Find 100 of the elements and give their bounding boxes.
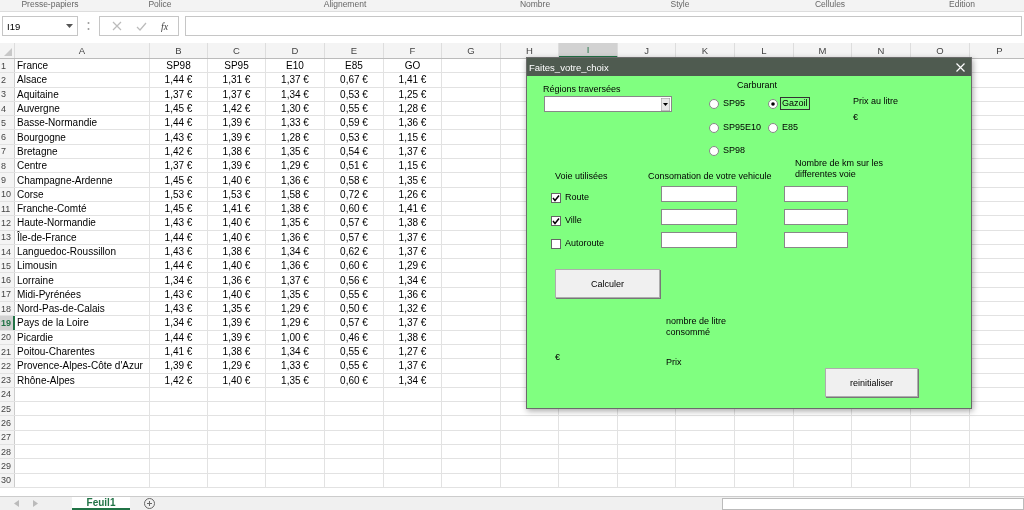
column-header[interactable]: A xyxy=(15,43,150,58)
checkbox-label[interactable]: Autoroute xyxy=(563,237,607,250)
checkbox[interactable] xyxy=(551,238,561,249)
table-cell: 1,34 € xyxy=(266,87,325,101)
column-header[interactable]: F xyxy=(384,43,442,58)
radio-label[interactable]: SP98 xyxy=(721,144,748,157)
add-sheet-icon[interactable] xyxy=(144,498,155,509)
table-cell: 1,41 € xyxy=(384,73,442,87)
row-number[interactable]: 5 xyxy=(0,116,15,130)
row-number[interactable]: 6 xyxy=(0,130,15,144)
checkbox[interactable] xyxy=(551,192,561,203)
table-cell: Nord-Pas-de-Calais xyxy=(15,302,150,316)
radio-button[interactable] xyxy=(709,98,719,109)
km-field[interactable] xyxy=(784,186,848,202)
radio-label[interactable]: E85 xyxy=(780,121,800,134)
horizontal-scrollbar[interactable] xyxy=(722,497,1024,510)
table-cell: 1,30 € xyxy=(266,101,325,116)
sheet-tab[interactable]: Feuil1 xyxy=(72,497,130,510)
row-number[interactable]: 9 xyxy=(0,173,15,187)
radio-button[interactable] xyxy=(768,122,778,133)
table-cell: 0,57 € xyxy=(325,230,384,244)
table-cell: Basse-Normandie xyxy=(15,116,150,130)
table-cell: Centre xyxy=(15,159,150,173)
checkmark-icon[interactable] xyxy=(136,21,147,31)
table-cell: 1,36 € xyxy=(208,273,266,287)
table-cell: 1,37 € xyxy=(384,359,442,373)
table-cell: 1,29 € xyxy=(266,159,325,173)
calculate-button[interactable]: Calculer xyxy=(555,269,660,298)
close-icon[interactable] xyxy=(956,62,965,72)
table-cell: 0,58 € xyxy=(325,173,384,187)
radio-label[interactable]: SP95 xyxy=(721,97,748,110)
name-box[interactable]: I19 xyxy=(2,16,78,36)
table-cell: 0,57 € xyxy=(325,216,384,230)
column-header[interactable]: C xyxy=(208,43,266,58)
table-cell: Île-de-France xyxy=(15,230,150,244)
row-number[interactable]: 2 xyxy=(0,73,15,87)
table-cell: 1,39 € xyxy=(208,130,266,144)
table-cell: 1,44 € xyxy=(150,330,208,344)
row-number[interactable]: 16 xyxy=(0,273,15,287)
table-cell: 1,37 € xyxy=(150,87,208,101)
table-cell: 1,31 € xyxy=(208,73,266,87)
table-cell: 1,34 € xyxy=(150,273,208,287)
checkbox[interactable] xyxy=(551,215,561,226)
consumption-field[interactable] xyxy=(661,186,737,202)
table-cell: 1,37 € xyxy=(208,87,266,101)
price-value: € xyxy=(555,352,560,363)
radio-label[interactable]: Gazoil xyxy=(780,97,810,110)
ribbon-group-label: Alignement xyxy=(323,0,367,11)
table-cell: 1,15 € xyxy=(384,159,442,173)
row-number[interactable]: 26 xyxy=(0,416,15,430)
table-cell: Rhône-Alpes xyxy=(15,373,150,387)
table-cell: 1,39 € xyxy=(150,359,208,373)
table-cell: 1,44 € xyxy=(150,259,208,273)
table-cell: 0,72 € xyxy=(325,187,384,201)
row-number[interactable]: 29 xyxy=(0,459,15,473)
table-cell: Bretagne xyxy=(15,144,150,159)
radio-button[interactable] xyxy=(768,98,778,109)
column-header[interactable]: P xyxy=(970,43,1024,58)
radio-label[interactable]: SP95E10 xyxy=(721,121,764,134)
reset-button[interactable]: reinitialiser xyxy=(825,368,918,397)
row-number[interactable]: 1 xyxy=(0,59,15,73)
table-cell: 1,34 € xyxy=(384,273,442,287)
column-header[interactable]: E xyxy=(325,43,384,58)
row-number[interactable]: 19 xyxy=(0,316,15,330)
table-cell: 1,26 € xyxy=(384,187,442,201)
checkbox-label[interactable]: Route xyxy=(563,191,592,204)
column-header[interactable]: B xyxy=(150,43,208,58)
radio-button[interactable] xyxy=(709,122,719,133)
table-cell: 1,44 € xyxy=(150,116,208,130)
column-header[interactable]: G xyxy=(442,43,501,58)
row-number[interactable]: 25 xyxy=(0,402,15,416)
row-number[interactable]: 28 xyxy=(0,445,15,459)
dialog-title: Faites_votre_choix xyxy=(529,61,609,73)
cancel-icon[interactable] xyxy=(112,21,122,31)
radio-button[interactable] xyxy=(709,145,719,156)
km-field[interactable] xyxy=(784,232,848,248)
row-number[interactable]: 18 xyxy=(0,302,15,316)
table-cell: 1,35 € xyxy=(384,173,442,187)
table-cell: 1,34 € xyxy=(384,373,442,387)
table-cell: 0,60 € xyxy=(325,201,384,216)
row-number[interactable]: 22 xyxy=(0,359,15,373)
table-cell: 1,38 € xyxy=(384,330,442,344)
litres-label: nombre de litre consommé xyxy=(666,316,728,338)
dropdown-arrow-icon[interactable] xyxy=(661,97,670,111)
table-cell: E85 xyxy=(325,59,384,73)
insert-function-button[interactable]: fx xyxy=(161,20,169,32)
row-number[interactable]: 12 xyxy=(0,216,15,230)
consumption-field[interactable] xyxy=(661,232,737,248)
row-number[interactable]: 8 xyxy=(0,159,15,173)
checkbox-label[interactable]: Ville xyxy=(563,214,584,227)
table-cell: 1,40 € xyxy=(208,373,266,387)
consumption-field[interactable] xyxy=(661,209,737,225)
formula-input[interactable] xyxy=(185,16,1022,36)
table-cell: Provence-Alpes-Côte d'Azur xyxy=(15,359,150,373)
column-header[interactable]: D xyxy=(266,43,325,58)
table-cell: 1,35 € xyxy=(266,287,325,302)
row-number[interactable]: 15 xyxy=(0,259,15,273)
table-cell: 1,40 € xyxy=(208,287,266,302)
table-cell: 0,56 € xyxy=(325,273,384,287)
km-field[interactable] xyxy=(784,209,848,225)
